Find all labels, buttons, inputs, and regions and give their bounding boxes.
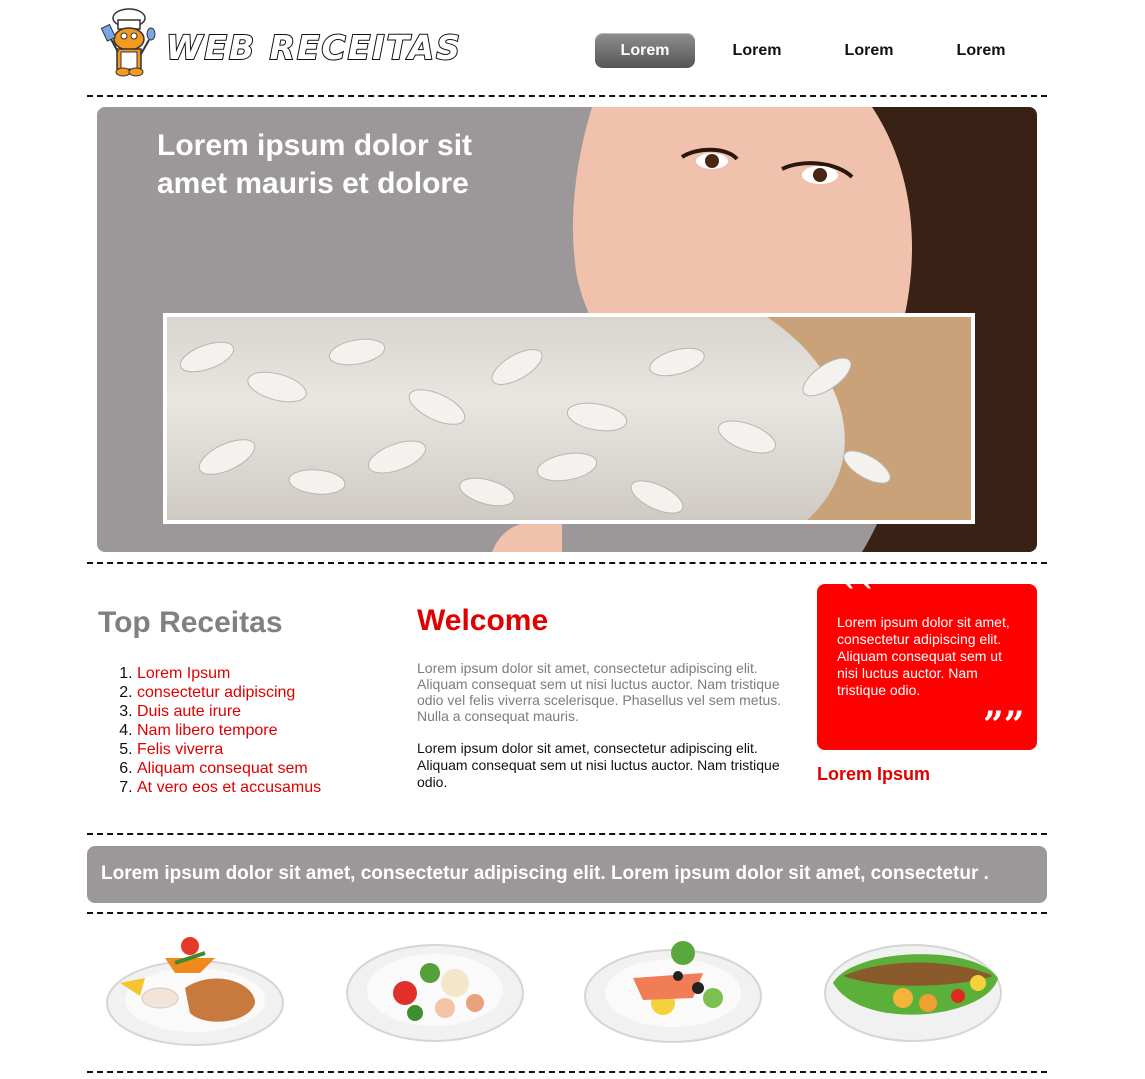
list-item: Aliquam consequat sem xyxy=(137,759,321,778)
close-quote-icon: ”” xyxy=(983,704,1025,746)
rice-photo xyxy=(179,317,971,520)
recipe-link[interactable]: consectetur adipiscing xyxy=(137,684,295,701)
list-item: Felis viverra xyxy=(137,740,321,759)
top-receitas-list: Lorem Ipsum consectetur adipiscing Duis … xyxy=(117,664,321,797)
divider xyxy=(87,912,1047,914)
dish-photo[interactable] xyxy=(823,928,1003,1053)
hero-banner: Lorem ipsum dolor sit amet mauris et dol… xyxy=(97,107,1037,552)
list-item: Duis aute irure xyxy=(137,702,321,721)
recipe-link[interactable]: Felis viverra xyxy=(137,741,223,758)
list-item: Lorem Ipsum xyxy=(137,664,321,683)
testimonial-author: Lorem Ipsum xyxy=(817,764,931,784)
nav-item-3[interactable]: Lorem xyxy=(819,33,919,68)
recipe-link[interactable]: Nam libero tempore xyxy=(137,722,278,739)
recipe-link[interactable]: Aliquam consequat sem xyxy=(137,760,308,777)
list-item: consectetur adipiscing xyxy=(137,683,321,702)
info-banner: Lorem ipsum dolor sit amet, consectetur … xyxy=(87,846,1047,903)
recipe-link[interactable]: At vero eos et accusamus xyxy=(137,779,321,796)
divider xyxy=(87,833,1047,835)
recipe-link[interactable]: Duis aute irure xyxy=(137,703,241,720)
nav-item-2[interactable]: Lorem xyxy=(707,33,807,68)
testimonial-text: Lorem ipsum dolor sit amet, consectetur … xyxy=(837,614,1010,698)
welcome-paragraph: Lorem ipsum dolor sit amet, consectetur … xyxy=(417,660,782,724)
dish-photo[interactable] xyxy=(583,928,763,1053)
divider xyxy=(87,95,1047,97)
welcome-paragraph: Lorem ipsum dolor sit amet, consectetur … xyxy=(417,740,780,790)
top-receitas-title: Top Receitas xyxy=(98,606,283,639)
nav-item-1[interactable]: Lorem xyxy=(595,33,695,68)
list-item: At vero eos et accusamus xyxy=(137,778,321,797)
nav-item-4[interactable]: Lorem xyxy=(931,33,1031,68)
hero-title: Lorem ipsum dolor sit amet mauris et dol… xyxy=(157,129,473,200)
site-logo-text[interactable]: WEB RECEITAS xyxy=(165,27,462,68)
divider xyxy=(87,562,1047,564)
welcome-title: Welcome xyxy=(417,604,549,637)
rice-photo-frame xyxy=(163,313,975,524)
divider xyxy=(87,1071,1047,1073)
recipe-link[interactable]: Lorem Ipsum xyxy=(137,665,230,682)
list-item: Nam libero tempore xyxy=(137,721,321,740)
dish-photo[interactable] xyxy=(345,928,525,1053)
dish-photo[interactable] xyxy=(105,928,285,1053)
testimonial-box: `` Lorem ipsum dolor sit amet, consectet… xyxy=(817,578,1037,750)
chef-mascot-logo-icon[interactable] xyxy=(98,6,160,78)
banner-text: Lorem ipsum dolor sit amet, consectetur … xyxy=(101,863,989,884)
